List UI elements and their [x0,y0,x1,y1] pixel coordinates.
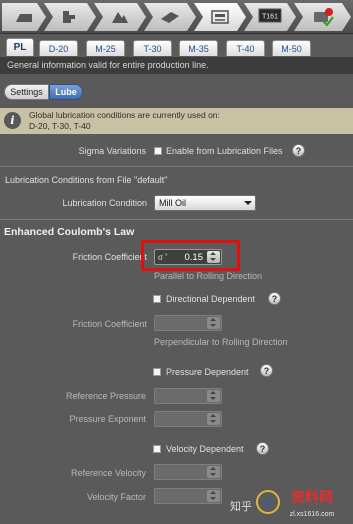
tab-t-40[interactable]: T-40 [226,40,265,56]
reference-pressure-label: Reference Pressure [65,391,146,401]
lube-segment-button[interactable]: Lube [49,84,83,100]
settings-segment-button[interactable]: Settings [4,84,49,100]
velocity-factor-input[interactable] [154,488,222,504]
reference-pressure-input[interactable] [154,388,222,404]
forming-step-button[interactable] [94,3,146,31]
divider [0,166,353,167]
tab-m-50[interactable]: M-50 [272,40,311,56]
watermark-logo: X 资料网 zl.xs1616.com [256,489,335,518]
svg-text:资料网: 资料网 [291,489,333,506]
spinner-icon[interactable] [207,466,220,478]
spinner-icon[interactable] [207,317,220,329]
directional-friction-label: Friction Coefficient [72,319,147,329]
sigma-enable-label: Enable from Lubrication Files [166,146,283,156]
global-lubrication-notice: i Global lubrication conditions are curr… [0,108,353,134]
info-icon: i [4,112,21,129]
svg-text:zl.xs1616.com: zl.xs1616.com [290,511,335,518]
forming-icon [110,9,130,25]
tab-m-35[interactable]: M-35 [179,40,218,56]
enhanced-coulomb-title: Enhanced Coulomb's Law [4,226,135,238]
pressure-exponent-label: Pressure Exponent [69,414,146,424]
lubrication-condition-value: Mill Oil [159,198,186,208]
pressure-checkbox[interactable] [153,368,161,376]
lubrication-step-button[interactable] [194,3,246,31]
pressure-label: Pressure Dependent [166,367,249,377]
process-chain-step-button[interactable] [44,3,96,31]
monitor-step-button[interactable]: T161 [244,3,296,31]
tab-pl[interactable]: PL [6,38,34,56]
reference-velocity-input[interactable] [154,464,222,480]
watermark-zhihu: 知乎 [230,501,252,513]
tab-m-25[interactable]: M-25 [86,40,125,56]
directional-checkbox[interactable] [153,295,161,303]
tab-d-20[interactable]: D-20 [39,40,78,56]
svg-text:T161: T161 [262,14,278,21]
friction-coefficient-label: Friction Coefficient [72,252,147,262]
file-conditions-heading: Lubrication Conditions from File "defaul… [5,175,168,185]
spinner-icon[interactable] [207,490,220,502]
svg-text:X: X [265,498,272,509]
lubrication-icon [209,8,231,26]
tab-t-30[interactable]: T-30 [133,40,172,56]
velocity-help-icon[interactable]: ? [256,442,269,455]
pressure-help-icon[interactable]: ? [260,364,273,377]
blank-step-button[interactable] [2,3,46,31]
parallel-hint: Parallel to Rolling Direction [154,271,263,281]
lubrication-condition-label: Lubrication Condition [62,198,147,208]
directional-help-icon[interactable]: ? [268,292,281,305]
divider [0,219,353,220]
object-tabs: PL D-20 M-25 T-30 M-35 T-40 M-50 [0,36,353,56]
pressure-exponent-input[interactable] [154,411,222,427]
monitor-icon: T161 [258,8,282,26]
process-toolbar: T161 [0,0,353,34]
tool-step-button[interactable] [144,3,196,31]
directional-friction-input[interactable] [154,315,222,331]
highlight-box [141,240,240,271]
sigma-enable-checkbox[interactable] [154,147,162,155]
sigma-help-icon[interactable]: ? [292,144,305,157]
directional-label: Directional Dependent [166,294,256,304]
tool-icon [159,9,181,25]
velocity-label: Velocity Dependent [166,444,244,454]
velocity-factor-label: Velocity Factor [86,492,146,502]
notice-line-2: D-20, T-30, T-40 [29,121,91,131]
general-info-text: General information valid for entire pro… [0,57,353,74]
spinner-icon[interactable] [207,390,220,402]
run-icon [311,7,335,27]
perpendicular-hint: Perpendicular to Rolling Direction [154,337,288,347]
chevron-down-icon [244,201,252,205]
sigma-variations-label: Sigma Variations [78,146,146,156]
notice-line-1: Global lubrication conditions are curren… [29,110,220,120]
velocity-checkbox[interactable] [153,445,161,453]
run-step-button[interactable] [294,3,351,31]
reference-velocity-label: Reference Velocity [70,468,146,478]
lubrication-condition-select[interactable]: Mill Oil [154,195,256,211]
spinner-icon[interactable] [207,413,220,425]
blank-icon [14,10,34,24]
process-chain-icon [60,9,80,25]
